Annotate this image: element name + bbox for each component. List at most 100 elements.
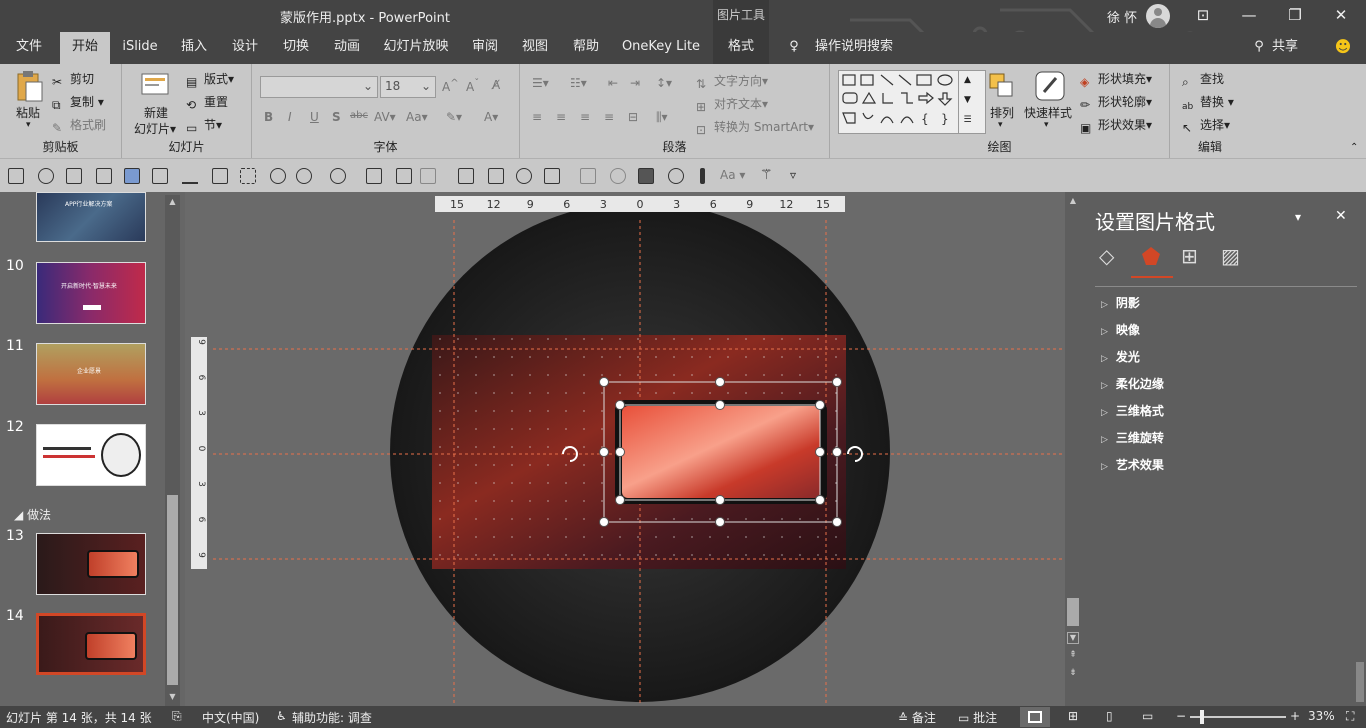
shape-outline-qat-icon[interactable]	[296, 168, 312, 184]
user-name[interactable]: 徐 怀	[1107, 7, 1137, 26]
reflection-section[interactable]: 映像	[1101, 321, 1140, 338]
slide-canvas[interactable]: 15 12 9 6 3 0 3 6 9 12 15 9 6 3 0 3 6 9	[185, 192, 1065, 706]
language-indicator[interactable]: 中文(中国)	[202, 709, 259, 726]
align-text-button[interactable]: ⊞ 对齐文本▾	[696, 95, 768, 114]
ellipse-icon[interactable]	[668, 168, 684, 184]
oval-disabled-icon[interactable]	[610, 168, 626, 184]
rotate-icon[interactable]	[396, 168, 412, 184]
ribbon-display-options-icon[interactable]: ⊡	[1180, 0, 1226, 32]
tell-me-search[interactable]: 操作说明搜索	[812, 32, 896, 64]
tab-format[interactable]: 格式	[713, 32, 769, 64]
increase-indent-icon[interactable]: ⇥	[630, 76, 640, 90]
paste-chevron-icon[interactable]: ▾	[26, 120, 31, 130]
crop-icon[interactable]	[152, 168, 168, 184]
bullets-icon[interactable]: ☰▾	[532, 76, 549, 90]
grid-icon[interactable]	[580, 168, 596, 184]
thumbnails-scrollbar[interactable]: ▲ ▼	[165, 195, 180, 706]
pane-scrollbar[interactable]	[1356, 662, 1364, 702]
line-spacing-icon[interactable]: ↕▾	[656, 76, 672, 90]
new-slide-button[interactable]: 幻灯片▾	[134, 120, 176, 137]
accessibility-icon[interactable]: ♿	[276, 709, 287, 723]
slide-editing-area[interactable]: 15 12 9 6 3 0 3 6 9 12 15 9 6 3 0 3 6 9	[185, 192, 1065, 706]
shadow-icon[interactable]: S	[332, 110, 341, 124]
minimize-button[interactable]: —	[1226, 0, 1272, 32]
bar-icon[interactable]	[700, 168, 705, 184]
fill-line-icon[interactable]: ◇	[1099, 244, 1114, 268]
pane-options-chevron-icon[interactable]: ▾	[1295, 210, 1301, 224]
avatar[interactable]	[1146, 4, 1170, 28]
decrease-font-icon[interactable]: Aˇ	[466, 78, 479, 94]
pane-close-icon[interactable]: ✕	[1335, 208, 1347, 224]
tab-insert[interactable]: 插入	[170, 32, 218, 64]
font-size-combo[interactable]: 18 ⌄	[380, 76, 436, 98]
select-button[interactable]: ↖ 选择▾	[1182, 116, 1230, 135]
case-icon[interactable]: Aa ▾	[720, 168, 745, 182]
cut-button[interactable]: ✂ 剪切	[52, 70, 94, 89]
layout-button[interactable]: ▤ 版式▾	[186, 70, 234, 89]
shape-fill-qat-icon[interactable]	[270, 168, 286, 184]
copy-button[interactable]: ⧉ 复制 ▾	[52, 93, 104, 112]
highlight-icon[interactable]: ✎▾	[446, 110, 462, 124]
change-picture-icon[interactable]	[488, 168, 504, 184]
thumbnail-13[interactable]	[36, 533, 146, 595]
circle-icon[interactable]	[516, 168, 532, 184]
italic-icon[interactable]: I	[288, 110, 292, 124]
tab-onekey[interactable]: OneKey Lite	[616, 32, 706, 64]
arrange-chevron-icon[interactable]: ▾	[998, 120, 1003, 130]
spell-check-icon[interactable]: ⎘	[172, 709, 182, 724]
line-spacing-qat-icon[interactable]	[420, 168, 436, 184]
paste-button[interactable]: 粘贴	[16, 104, 40, 121]
reading-view-icon[interactable]: ▯	[1106, 709, 1113, 723]
thumbnail-10[interactable]: 开启新时代·智慧未来	[36, 262, 146, 324]
maximize-button[interactable]: ❐	[1272, 0, 1318, 32]
close-button[interactable]: ✕	[1318, 0, 1364, 32]
tab-home[interactable]: 开始	[60, 32, 110, 64]
save-icon[interactable]	[8, 168, 24, 184]
find-button[interactable]: ⌕ 查找	[1182, 70, 1224, 89]
quick-styles-chevron-icon[interactable]: ▾	[1044, 120, 1049, 130]
tab-islide[interactable]: iSlide	[116, 32, 164, 64]
zoom-slider[interactable]	[1190, 710, 1286, 724]
align-top-icon[interactable]	[182, 168, 198, 184]
artistic-effects-section[interactable]: 艺术效果	[1101, 456, 1164, 473]
tab-design[interactable]: 设计	[222, 32, 268, 64]
paste-icon[interactable]	[14, 70, 44, 102]
thumbnail-11[interactable]: 企业愿景	[36, 343, 146, 405]
clear-format-icon[interactable]: A̸	[492, 78, 500, 92]
zoom-in-icon[interactable]: +	[1290, 709, 1300, 723]
slideshow-view-icon[interactable]: ▭	[1142, 709, 1153, 723]
tab-view[interactable]: 视图	[512, 32, 558, 64]
font-name-combo[interactable]: ⌄	[260, 76, 378, 98]
shape-effects-button[interactable]: ▣ 形状效果▾	[1080, 116, 1152, 135]
quick-styles-icon[interactable]	[1034, 70, 1066, 102]
strikethrough-icon[interactable]: abc	[350, 110, 368, 121]
picture-effects-icon[interactable]	[66, 168, 82, 184]
picture-icon[interactable]: ▨	[1221, 244, 1240, 268]
align-center-icon[interactable]: ≡	[556, 110, 566, 124]
quick-styles-button[interactable]: 快速样式	[1024, 104, 1072, 121]
thumbnail-14-selected[interactable]	[36, 613, 146, 675]
glow-section[interactable]: 发光	[1101, 348, 1140, 365]
replace-button[interactable]: ab 替换 ▾	[1182, 93, 1234, 116]
normal-view-button[interactable]	[1020, 707, 1050, 727]
3d-rotation-section[interactable]: 三维旋转	[1101, 429, 1164, 446]
tab-file[interactable]: 文件	[4, 32, 54, 64]
tab-animations[interactable]: 动画	[324, 32, 370, 64]
bold-icon[interactable]: B	[264, 110, 273, 124]
underline-icon[interactable]: U	[310, 110, 319, 124]
3d-format-section[interactable]: 三维格式	[1101, 402, 1164, 419]
notes-button[interactable]: ≙ 备注	[898, 709, 936, 726]
export-icon[interactable]	[458, 168, 474, 184]
reset-button[interactable]: ⟲ 重置	[186, 93, 228, 112]
new-slide-icon[interactable]	[140, 70, 170, 98]
accessibility-status[interactable]: 辅助功能: 调查	[292, 709, 372, 726]
align-left-icon[interactable]: ≡	[532, 110, 542, 124]
thumbnail-9[interactable]: APP行业解决方案	[36, 192, 146, 242]
tab-review[interactable]: 审阅	[462, 32, 508, 64]
format-painter-button[interactable]: ✎ 格式刷	[52, 116, 106, 135]
shape-fill-button[interactable]: ◈ 形状填充▾	[1080, 70, 1152, 89]
convert-smartart-button[interactable]: ⊡ 转换为 SmartArt▾	[696, 118, 814, 137]
tab-slideshow[interactable]: 幻灯片放映	[376, 32, 456, 64]
text-box-icon[interactable]	[366, 168, 382, 184]
bring-forward-icon[interactable]	[124, 168, 140, 184]
